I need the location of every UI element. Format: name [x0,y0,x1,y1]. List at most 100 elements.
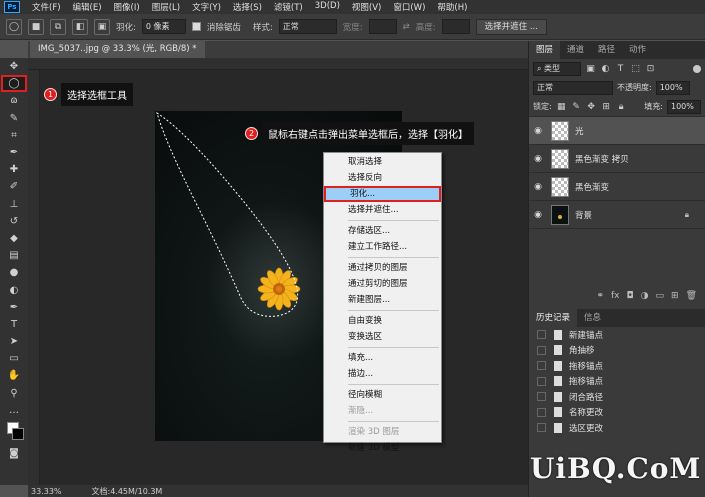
context-menu-item[interactable]: 描边... [324,366,441,382]
crop-tool-icon[interactable]: ⌗ [1,127,27,144]
dodge-tool-icon[interactable]: ◐ [1,281,27,298]
menu-item[interactable]: 图像(I) [108,1,146,13]
visibility-eye-icon[interactable]: ◉ [529,126,547,136]
height-input[interactable] [441,19,470,34]
context-menu-item-feather[interactable]: 羽化... [324,186,441,202]
history-checkbox[interactable] [537,330,546,340]
menu-item[interactable]: 文字(Y) [186,1,227,13]
menu-item[interactable]: 视图(V) [346,1,387,13]
eraser-tool-icon[interactable]: ◆ [1,230,27,247]
antialias-checkbox[interactable] [191,22,201,31]
lock-artboard-icon[interactable]: ⊞ [601,101,612,112]
new-selection-icon[interactable]: ■ [28,18,44,35]
panel-tab[interactable]: 历史记录 [529,309,578,327]
move-tool-icon[interactable]: ✥ [1,58,27,75]
history-brush-tool-icon[interactable]: ↺ [1,213,27,230]
history-item[interactable]: 闭合路径 [529,389,705,405]
zoom-tool-icon[interactable]: ⚲ [1,385,27,402]
context-menu-item[interactable]: 径向模糊 [324,387,441,403]
history-checkbox[interactable] [537,361,546,371]
context-menu-item[interactable]: 新建图层... [324,292,441,308]
context-menu-item[interactable]: 填充... [324,350,441,366]
elliptical-marquee-tool-icon[interactable]: ◯ [1,75,27,93]
lock-transparent-icon[interactable]: ▦ [556,101,567,112]
layer-row[interactable]: ◉ 光 [529,116,705,144]
path-selection-tool-icon[interactable]: ➤ [1,333,27,350]
rectangle-tool-icon[interactable]: ▭ [1,350,27,367]
shape-filter-icon[interactable]: ⬚ [630,63,641,74]
menu-item[interactable]: 帮助(H) [431,1,473,13]
document-tab[interactable]: IMG_5037..jpg @ 33.3% (光, RGB/8) * [30,41,205,58]
panel-tab[interactable]: 信息 [577,309,608,327]
layer-row[interactable]: ◉ 黑色渐变 [529,172,705,200]
color-swatches-icon[interactable] [1,419,27,445]
clone-stamp-tool-icon[interactable]: ⊥ [1,196,27,213]
history-checkbox[interactable] [537,345,546,355]
adjustment-layer-icon[interactable]: ◑ [641,291,649,303]
blur-tool-icon[interactable]: ● [1,264,27,281]
lock-all-icon[interactable]: 🔒︎ [616,101,627,112]
lock-position-icon[interactable]: ✥ [586,101,597,112]
blend-mode-select[interactable]: 正常 [533,80,613,95]
type-filter-icon[interactable]: T [615,63,626,74]
zoom-level[interactable]: 33.33% [31,487,62,496]
smart-object-filter-icon[interactable]: ⊡ [645,63,656,74]
history-checkbox[interactable] [537,392,546,402]
delete-layer-icon[interactable]: 🗑︎ [686,291,697,303]
group-icon[interactable]: ▭ [656,291,665,303]
history-item[interactable]: 拖移锚点 [529,374,705,390]
menu-item[interactable]: 编辑(E) [67,1,108,13]
menu-item[interactable]: 图层(L) [146,1,186,13]
layer-row[interactable]: ◉ 背景 🔒︎ [529,200,705,228]
menu-item[interactable]: 文件(F) [26,1,67,13]
intersect-selection-icon[interactable]: ▣ [94,18,110,35]
panel-tab[interactable]: 动作 [622,41,653,59]
visibility-eye-icon[interactable]: ◉ [529,154,547,164]
width-input[interactable] [368,19,397,34]
panel-tab[interactable]: 路径 [591,41,622,59]
new-layer-icon[interactable]: ⊞ [671,291,679,303]
hand-tool-icon[interactable]: ✋ [1,367,27,384]
layer-filter-select[interactable]: ⌕ 类型 [533,61,581,76]
marquee-shape-icon[interactable]: ◯ [6,18,22,35]
context-menu-item[interactable]: 自由变换 [324,313,441,329]
pixel-filter-icon[interactable]: ▣ [585,63,596,74]
history-item[interactable]: 角抽移 [529,343,705,359]
gradient-tool-icon[interactable]: ▤ [1,247,27,264]
visibility-eye-icon[interactable]: ◉ [529,182,547,192]
context-menu-item[interactable]: 选择反向 [324,170,441,186]
feather-input[interactable]: 0 像素 [141,19,186,34]
context-menu-item[interactable]: 建立工作路径... [324,239,441,255]
style-select[interactable]: 正常 [278,19,337,34]
select-and-mask-button[interactable]: 选择并遮住 ... [475,18,547,35]
swap-icon[interactable]: ⇄ [403,22,410,32]
quick-mask-icon[interactable]: ◙ [1,445,27,462]
layer-row[interactable]: ◉ 黑色渐变 拷贝 [529,144,705,172]
more-tools-icon[interactable]: … [1,402,27,419]
eyedropper-tool-icon[interactable]: ✒ [1,144,27,161]
context-menu-item[interactable]: 通过剪切的图层 [324,276,441,292]
history-item[interactable]: 名称更改 [529,405,705,421]
healing-brush-tool-icon[interactable]: ✚ [1,161,27,178]
history-checkbox[interactable] [537,407,546,417]
adjustment-filter-icon[interactable]: ◐ [600,63,611,74]
pen-tool-icon[interactable]: ✒ [1,299,27,316]
context-menu-item[interactable]: 通过拷贝的图层 [324,260,441,276]
visibility-eye-icon[interactable]: ◉ [529,210,547,220]
lock-image-icon[interactable]: ✎ [571,101,582,112]
filter-toggle-icon[interactable] [693,64,701,73]
menu-item[interactable]: 选择(S) [227,1,268,13]
opacity-input[interactable]: 100% [655,80,690,95]
context-menu-item[interactable]: 变换选区 [324,329,441,345]
context-menu-item[interactable]: 取消选择 [324,154,441,170]
layer-mask-icon[interactable]: ◘ [627,291,634,303]
history-checkbox[interactable] [537,423,546,433]
history-checkbox[interactable] [537,376,546,386]
quick-selection-tool-icon[interactable]: ✎ [1,110,27,127]
lasso-tool-icon[interactable]: ɷ [1,92,27,109]
brush-tool-icon[interactable]: ✐ [1,178,27,195]
add-selection-icon[interactable]: ⧉ [50,18,66,35]
layer-style-icon[interactable]: fx [611,291,620,303]
type-tool-icon[interactable]: T [1,316,27,333]
panel-tab[interactable]: 图层 [529,41,561,59]
